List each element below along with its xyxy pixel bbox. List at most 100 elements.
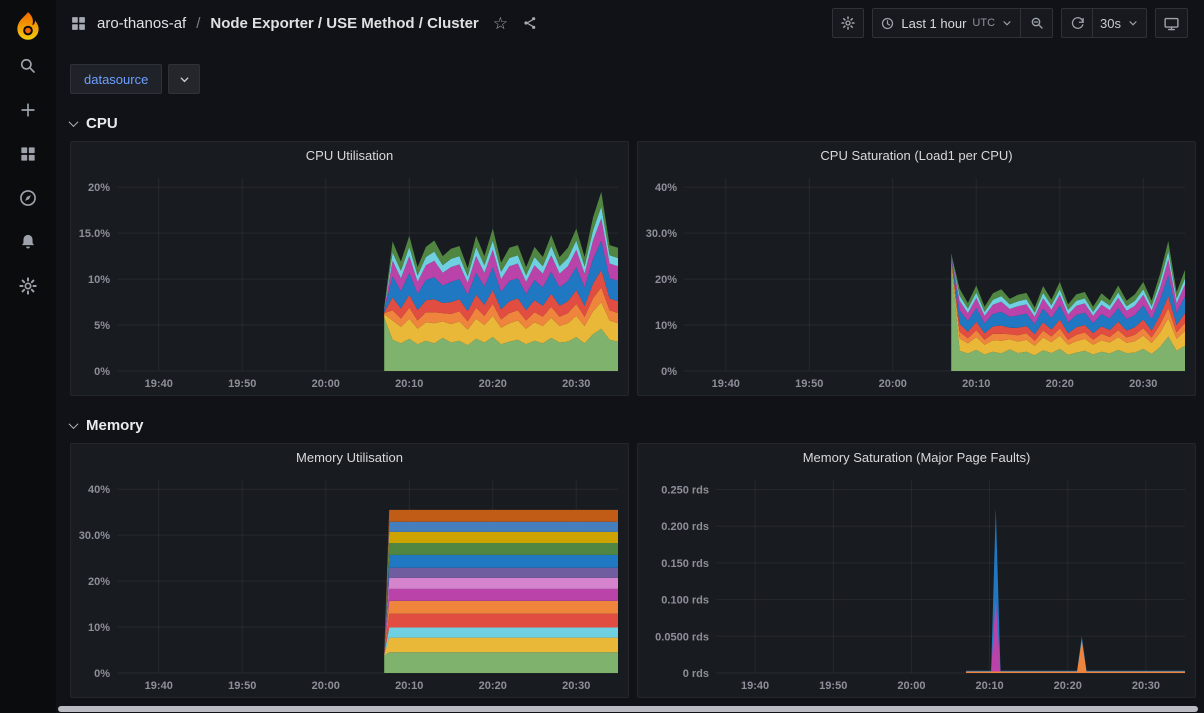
- breadcrumb-separator: /: [196, 15, 200, 32]
- horizontal-scrollbar[interactable]: [58, 706, 1198, 712]
- time-picker-group: Last 1 hour UTC: [872, 8, 1053, 38]
- row-header-cpu[interactable]: CPU: [70, 110, 1196, 136]
- svg-text:15.0%: 15.0%: [79, 228, 110, 240]
- svg-text:0.150 rds: 0.150 rds: [661, 558, 709, 570]
- svg-text:10%: 10%: [88, 274, 110, 286]
- svg-text:19:50: 19:50: [819, 680, 847, 692]
- svg-text:20:10: 20:10: [395, 680, 423, 692]
- chevron-down-icon: [178, 73, 191, 86]
- row-title: CPU: [86, 115, 118, 132]
- refresh-interval-dropdown[interactable]: 30s: [1093, 8, 1147, 38]
- svg-text:19:40: 19:40: [145, 680, 173, 692]
- panel-memory-saturation: Memory Saturation (Major Page Faults) 19…: [637, 443, 1196, 698]
- svg-text:40%: 40%: [88, 484, 110, 496]
- panel-title[interactable]: CPU Saturation (Load1 per CPU): [638, 142, 1195, 170]
- svg-text:20:30: 20:30: [1129, 378, 1157, 390]
- chevron-down-icon: [69, 419, 79, 429]
- row-header-memory[interactable]: Memory: [70, 412, 1196, 438]
- svg-text:0%: 0%: [661, 366, 677, 378]
- memory-utilisation-chart[interactable]: 19:40 19:50 20:00 20:10 20:20 20:30 0% 10% 20% 30…: [71, 472, 628, 697]
- breadcrumb-folder[interactable]: aro-thanos-af: [97, 15, 186, 32]
- svg-text:0.250 rds: 0.250 rds: [661, 485, 709, 497]
- dashboards-grid-icon: [70, 15, 87, 32]
- submenu: datasource: [56, 46, 1204, 94]
- main-area: aro-thanos-af / Node Exporter / USE Meth…: [56, 0, 1204, 713]
- svg-text:20:30: 20:30: [562, 378, 590, 390]
- chevron-down-icon: [69, 117, 79, 127]
- panel-row-cpu: CPU Utilisation 19:40 19:50 20:00 20:10 20:2…: [70, 141, 1196, 396]
- svg-text:0.100 rds: 0.100 rds: [661, 595, 709, 607]
- svg-text:20:20: 20:20: [479, 680, 507, 692]
- datasource-variable-dropdown[interactable]: [168, 64, 200, 94]
- clock-icon: [880, 16, 895, 31]
- dashboard-settings-button[interactable]: [832, 8, 864, 38]
- svg-text:20:00: 20:00: [312, 378, 340, 390]
- panel-cpu-saturation: CPU Saturation (Load1 per CPU) 19:4019:5…: [637, 141, 1196, 396]
- configuration-button[interactable]: [8, 266, 48, 306]
- datasource-variable-button[interactable]: datasource: [70, 64, 162, 94]
- chevron-down-icon: [1127, 17, 1139, 29]
- dashboard-controls: Last 1 hour UTC: [832, 8, 1188, 38]
- svg-text:19:50: 19:50: [228, 680, 256, 692]
- svg-text:0%: 0%: [94, 668, 110, 680]
- svg-text:20:20: 20:20: [1054, 680, 1082, 692]
- svg-text:19:40: 19:40: [145, 378, 173, 390]
- dashboards-icon: [18, 144, 38, 164]
- alerting-button[interactable]: [8, 222, 48, 262]
- settings-gear-icon: [18, 276, 38, 296]
- panel-row-memory: Memory Utilisation 19:40 19:50 20:00 20:10 2…: [70, 443, 1196, 698]
- panel-title[interactable]: Memory Utilisation: [71, 444, 628, 472]
- panel-cpu-utilisation: CPU Utilisation 19:40 19:50 20:00 20:10 20:2…: [70, 141, 629, 396]
- svg-text:20%: 20%: [88, 182, 110, 194]
- panel-title[interactable]: CPU Utilisation: [71, 142, 628, 170]
- svg-text:19:50: 19:50: [228, 378, 256, 390]
- cpu-saturation-chart[interactable]: 19:4019:5020:0020:1020:2020:300%10%20%30…: [638, 170, 1195, 395]
- monitor-icon: [1163, 15, 1180, 32]
- svg-text:20:30: 20:30: [562, 680, 590, 692]
- dashboard-header: aro-thanos-af / Node Exporter / USE Meth…: [56, 0, 1204, 46]
- panel-title[interactable]: Memory Saturation (Major Page Faults): [638, 444, 1195, 472]
- row-title: Memory: [86, 417, 144, 434]
- refresh-button[interactable]: [1061, 8, 1093, 38]
- grafana-logo[interactable]: [11, 10, 45, 44]
- refresh-interval-label: 30s: [1100, 16, 1121, 31]
- gear-icon: [840, 15, 856, 31]
- cpu-utilisation-chart[interactable]: 19:4019:5020:0020:1020:2020:300%5%10%15.…: [71, 170, 628, 395]
- chevron-down-icon: [1001, 17, 1013, 29]
- breadcrumb-dashboard-title[interactable]: Node Exporter / USE Method / Cluster: [210, 15, 478, 32]
- svg-text:20:00: 20:00: [879, 378, 907, 390]
- svg-text:10%: 10%: [655, 320, 677, 332]
- breadcrumb: aro-thanos-af / Node Exporter / USE Meth…: [70, 15, 538, 32]
- create-button[interactable]: [8, 90, 48, 130]
- dashboard-grid: CPU CPU Utilisation 19:40 19:50 20:00 20:10…: [56, 110, 1204, 698]
- svg-text:20%: 20%: [655, 274, 677, 286]
- time-range-label: Last 1 hour: [901, 16, 966, 31]
- search-icon: [18, 56, 38, 76]
- svg-text:10%: 10%: [88, 622, 110, 634]
- svg-text:30.0%: 30.0%: [79, 530, 110, 542]
- svg-text:20:10: 20:10: [962, 378, 990, 390]
- magnifier-minus-icon: [1029, 15, 1045, 31]
- svg-text:20:10: 20:10: [395, 378, 423, 390]
- time-range-picker[interactable]: Last 1 hour UTC: [872, 8, 1021, 38]
- svg-text:20:20: 20:20: [1046, 378, 1074, 390]
- star-icon[interactable]: ☆: [493, 15, 508, 32]
- svg-text:20%: 20%: [88, 576, 110, 588]
- cycle-view-mode-button[interactable]: [1155, 8, 1188, 38]
- alerting-bell-icon: [18, 232, 38, 252]
- panel-memory-utilisation: Memory Utilisation 19:40 19:50 20:00 20:10 2…: [70, 443, 629, 698]
- svg-text:20:00: 20:00: [312, 680, 340, 692]
- svg-text:19:40: 19:40: [712, 378, 740, 390]
- zoom-out-button[interactable]: [1021, 8, 1053, 38]
- timezone-label: UTC: [972, 17, 995, 29]
- svg-text:0 rds: 0 rds: [683, 668, 709, 680]
- memory-saturation-chart[interactable]: 19:4019:5020:0020:1020:2020:300 rds0.050…: [638, 472, 1195, 697]
- svg-text:20:20: 20:20: [479, 378, 507, 390]
- share-icon[interactable]: [522, 15, 538, 31]
- search-button[interactable]: [8, 46, 48, 86]
- svg-text:20:10: 20:10: [976, 680, 1004, 692]
- explore-button[interactable]: [8, 178, 48, 218]
- dashboards-button[interactable]: [8, 134, 48, 174]
- refresh-group: 30s: [1061, 8, 1147, 38]
- sidebar: [0, 0, 56, 713]
